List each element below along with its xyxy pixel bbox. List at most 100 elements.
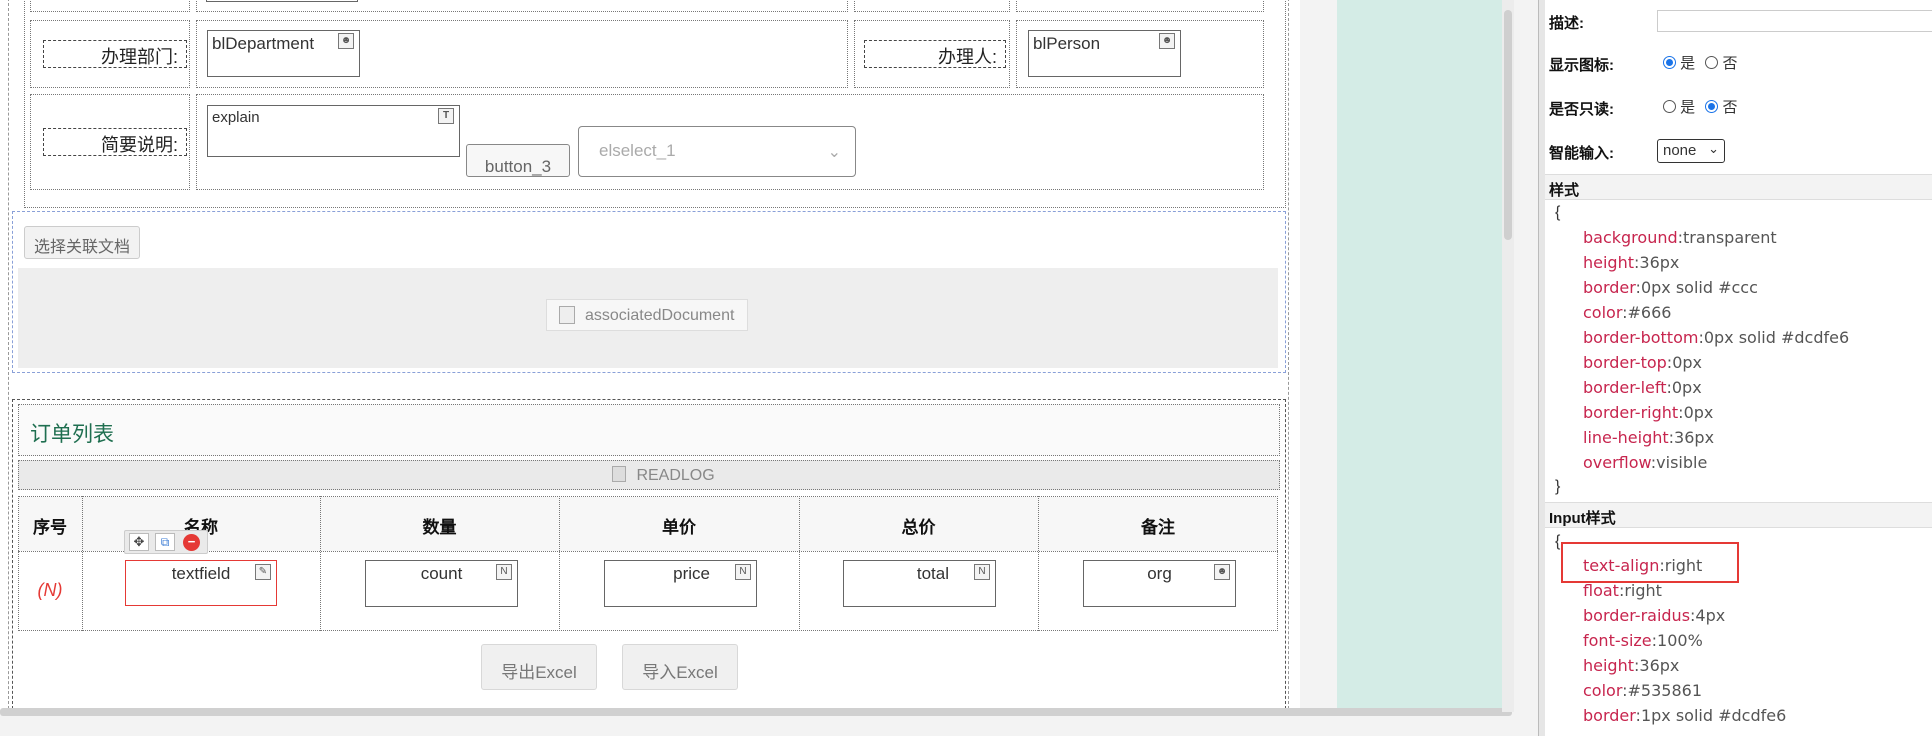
style-line-key: color xyxy=(1583,303,1623,322)
form-design-canvas: 办理部门: blDepartment ☻ 办理人: blPerson ☻ 简要说… xyxy=(0,0,1300,710)
top-cell-left xyxy=(30,0,190,12)
style-line: border-right:0px xyxy=(1583,403,1713,422)
delete-icon[interactable]: − xyxy=(183,534,200,551)
style-line-key: border-top xyxy=(1583,353,1667,372)
price-field-value: price xyxy=(673,564,710,583)
input-style-line: font-size:100% xyxy=(1583,631,1703,650)
chevron-down-icon: ⌄ xyxy=(1708,141,1719,156)
style-line-key: border-left xyxy=(1583,378,1667,397)
top-cell-right xyxy=(1016,0,1264,12)
style-line-value: 36px xyxy=(1674,428,1715,447)
teal-side-panel xyxy=(1337,0,1502,710)
input-style-line-value: 36px xyxy=(1639,656,1680,675)
readonly-label: 是否只读: xyxy=(1549,101,1614,118)
readonly-yes-label: 是 xyxy=(1680,99,1696,116)
button-3-label: button_3 xyxy=(484,157,552,176)
show-icon-yes-radio[interactable] xyxy=(1663,56,1676,69)
show-icon-no-radio[interactable] xyxy=(1705,56,1719,69)
style-line: overflow:visible xyxy=(1583,453,1707,472)
input-style-section-header: Input样式 xyxy=(1539,502,1932,528)
import-excel-label: 导入Excel xyxy=(642,663,718,682)
input-style-line: float:right xyxy=(1583,581,1662,600)
style-line-key: border-bottom xyxy=(1583,328,1699,347)
readlog-label-wrap: READLOG xyxy=(612,466,715,485)
associated-doc-chip[interactable]: associatedDocument xyxy=(546,299,748,331)
style-line: color:#666 xyxy=(1583,303,1671,322)
input-style-line: height:36px xyxy=(1583,656,1679,675)
readonly-no-label: 否 xyxy=(1722,99,1738,116)
button-3[interactable]: button_3 xyxy=(466,144,570,177)
style-line: line-height:36px xyxy=(1583,428,1714,447)
input-style-line: color:#535861 xyxy=(1583,681,1702,700)
name-textfield-value: textfield xyxy=(171,564,231,583)
number-icon: N xyxy=(735,564,751,580)
copy-icon[interactable]: ⧉ xyxy=(155,533,175,551)
explain-label: 简要说明: xyxy=(43,128,187,156)
input-style-line: text-align:right xyxy=(1583,556,1702,575)
text-icon: T xyxy=(438,108,454,124)
style-line-value: #666 xyxy=(1627,303,1672,322)
readlog-label: READLOG xyxy=(636,467,715,484)
style-line-value: 0px xyxy=(1671,378,1702,397)
style-line: height:36px xyxy=(1583,253,1679,272)
select-associated-doc-label: 选择关联文档 xyxy=(33,239,130,256)
col-header-price: 单价 xyxy=(662,518,696,537)
horizontal-scrollbar[interactable] xyxy=(0,708,1512,716)
input-style-line-key: border-raidus xyxy=(1583,606,1691,625)
chevron-down-icon: ⌄ xyxy=(827,144,841,161)
elselect-1[interactable]: elselect_1 ⌄ xyxy=(578,126,856,177)
number-icon: N xyxy=(974,564,990,580)
total-field-value: total xyxy=(916,564,949,583)
style-line: border:0px solid #ccc xyxy=(1583,278,1758,297)
col-header-remark: 备注 xyxy=(1141,518,1175,537)
person-icon: ☻ xyxy=(1159,33,1175,49)
explain-textarea[interactable]: explain xyxy=(207,105,460,157)
person-icon: ☻ xyxy=(338,33,354,49)
document-icon xyxy=(559,306,575,324)
readonly-options: 是 否 xyxy=(1663,96,1738,117)
select-associated-doc-button[interactable]: 选择关联文档 xyxy=(24,226,140,259)
style-line-key: overflow xyxy=(1583,453,1651,472)
desc-label: 描述: xyxy=(1549,15,1584,32)
style-line-value: 0px xyxy=(1672,353,1702,372)
style-line-key: border xyxy=(1583,278,1636,297)
row-index: (N) xyxy=(37,580,63,600)
smart-input-select[interactable]: none ⌄ xyxy=(1657,139,1725,163)
input-style-line-key: font-size xyxy=(1583,631,1652,650)
desc-input[interactable] xyxy=(1657,10,1932,32)
input-style-line-value: 100% xyxy=(1657,631,1703,650)
export-excel-button[interactable]: 导出Excel xyxy=(481,644,597,690)
input-style-line: border:1px solid #dcdfe6 xyxy=(1583,706,1786,725)
style-line-value: 0px xyxy=(1683,403,1714,422)
style-line-value: transparent xyxy=(1683,228,1777,247)
style-line: border-bottom:0px solid #dcdfe6 xyxy=(1583,328,1849,347)
input-style-line-value: right xyxy=(1664,556,1703,575)
dept-label: 办理部门: xyxy=(43,40,187,68)
readonly-no-radio[interactable] xyxy=(1705,100,1719,113)
properties-scrollbar[interactable] xyxy=(1539,0,1545,736)
style-line: border-top:0px xyxy=(1583,353,1702,372)
associated-doc-label: associatedDocument xyxy=(585,307,735,324)
order-title-bar xyxy=(18,404,1280,456)
style-line: background:transparent xyxy=(1583,228,1777,247)
top-partial-field[interactable] xyxy=(206,0,358,2)
move-icon[interactable]: ✥ xyxy=(129,533,149,551)
input-style-line-value: 4px xyxy=(1695,606,1726,625)
vertical-scrollbar-thumb[interactable] xyxy=(1504,10,1512,240)
input-style-line-key: float xyxy=(1583,581,1619,600)
style-line-key: height xyxy=(1583,253,1634,272)
input-style-line-value: #535861 xyxy=(1627,681,1702,700)
style-line-key: border-right xyxy=(1583,403,1679,422)
readonly-yes-radio[interactable] xyxy=(1663,100,1676,113)
input-style-open-brace: { xyxy=(1555,533,1561,550)
export-excel-label: 导出Excel xyxy=(501,663,577,682)
person-icon: ☻ xyxy=(1214,564,1230,580)
col-header-count: 数量 xyxy=(422,518,457,537)
import-excel-button[interactable]: 导入Excel xyxy=(622,644,738,690)
number-icon: N xyxy=(496,564,512,580)
elselect-1-placeholder: elselect_1 xyxy=(599,141,676,160)
properties-panel: 描述: 显示图标: 是 否 是否只读: 是 否 智能输入: none ⌄ 样式 … xyxy=(1538,0,1932,736)
style-line-value: 0px solid #ccc xyxy=(1640,278,1758,297)
show-icon-options: 是 否 xyxy=(1663,52,1738,73)
style-line-value: 0px solid #dcdfe6 xyxy=(1703,328,1850,347)
